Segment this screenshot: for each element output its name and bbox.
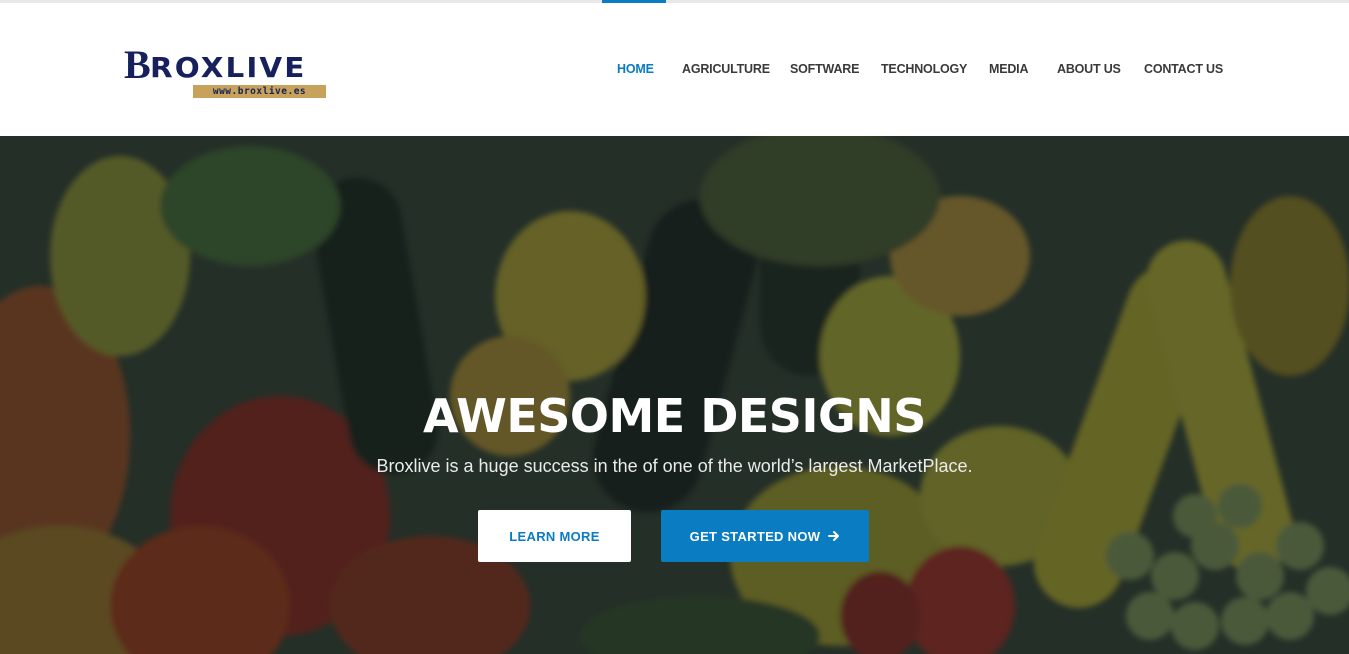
learn-more-button[interactable]: LEARN MORE — [478, 510, 631, 562]
get-started-label: GET STARTED NOW — [689, 528, 821, 544]
nav-item-contact-us[interactable]: CONTACT US — [1144, 62, 1223, 76]
nav-item-media[interactable]: MEDIA — [989, 62, 1028, 76]
nav-item-home[interactable]: HOME — [617, 62, 654, 76]
logo-url: www.broxlive.es — [193, 85, 326, 98]
hero-title: AWESOME DESIGNS — [423, 389, 926, 443]
hero-section: AWESOME DESIGNS Broxlive is a huge succe… — [0, 136, 1349, 654]
hero-subtitle: Broxlive is a huge success in the of one… — [376, 456, 973, 476]
nav-item-agriculture[interactable]: AGRICULTURE — [682, 62, 770, 76]
learn-more-label: LEARN MORE — [509, 528, 600, 544]
broxlive-logo[interactable]: B ROXLIVE www.broxlive.es — [124, 42, 386, 99]
site-header: B ROXLIVE www.broxlive.es HOME AGRICULTU… — [0, 3, 1349, 136]
nav-item-software[interactable]: SOFTWARE — [790, 62, 859, 76]
logo-initial: B — [124, 42, 151, 87]
arrow-right-icon — [828, 531, 840, 541]
nav-item-about-us[interactable]: ABOUT US — [1057, 62, 1121, 76]
logo-rest: ROXLIVE — [149, 51, 307, 84]
logo-wordmark: B ROXLIVE — [124, 42, 304, 87]
get-started-button[interactable]: GET STARTED NOW — [661, 510, 869, 562]
nav-item-technology[interactable]: TECHNOLOGY — [881, 62, 967, 76]
